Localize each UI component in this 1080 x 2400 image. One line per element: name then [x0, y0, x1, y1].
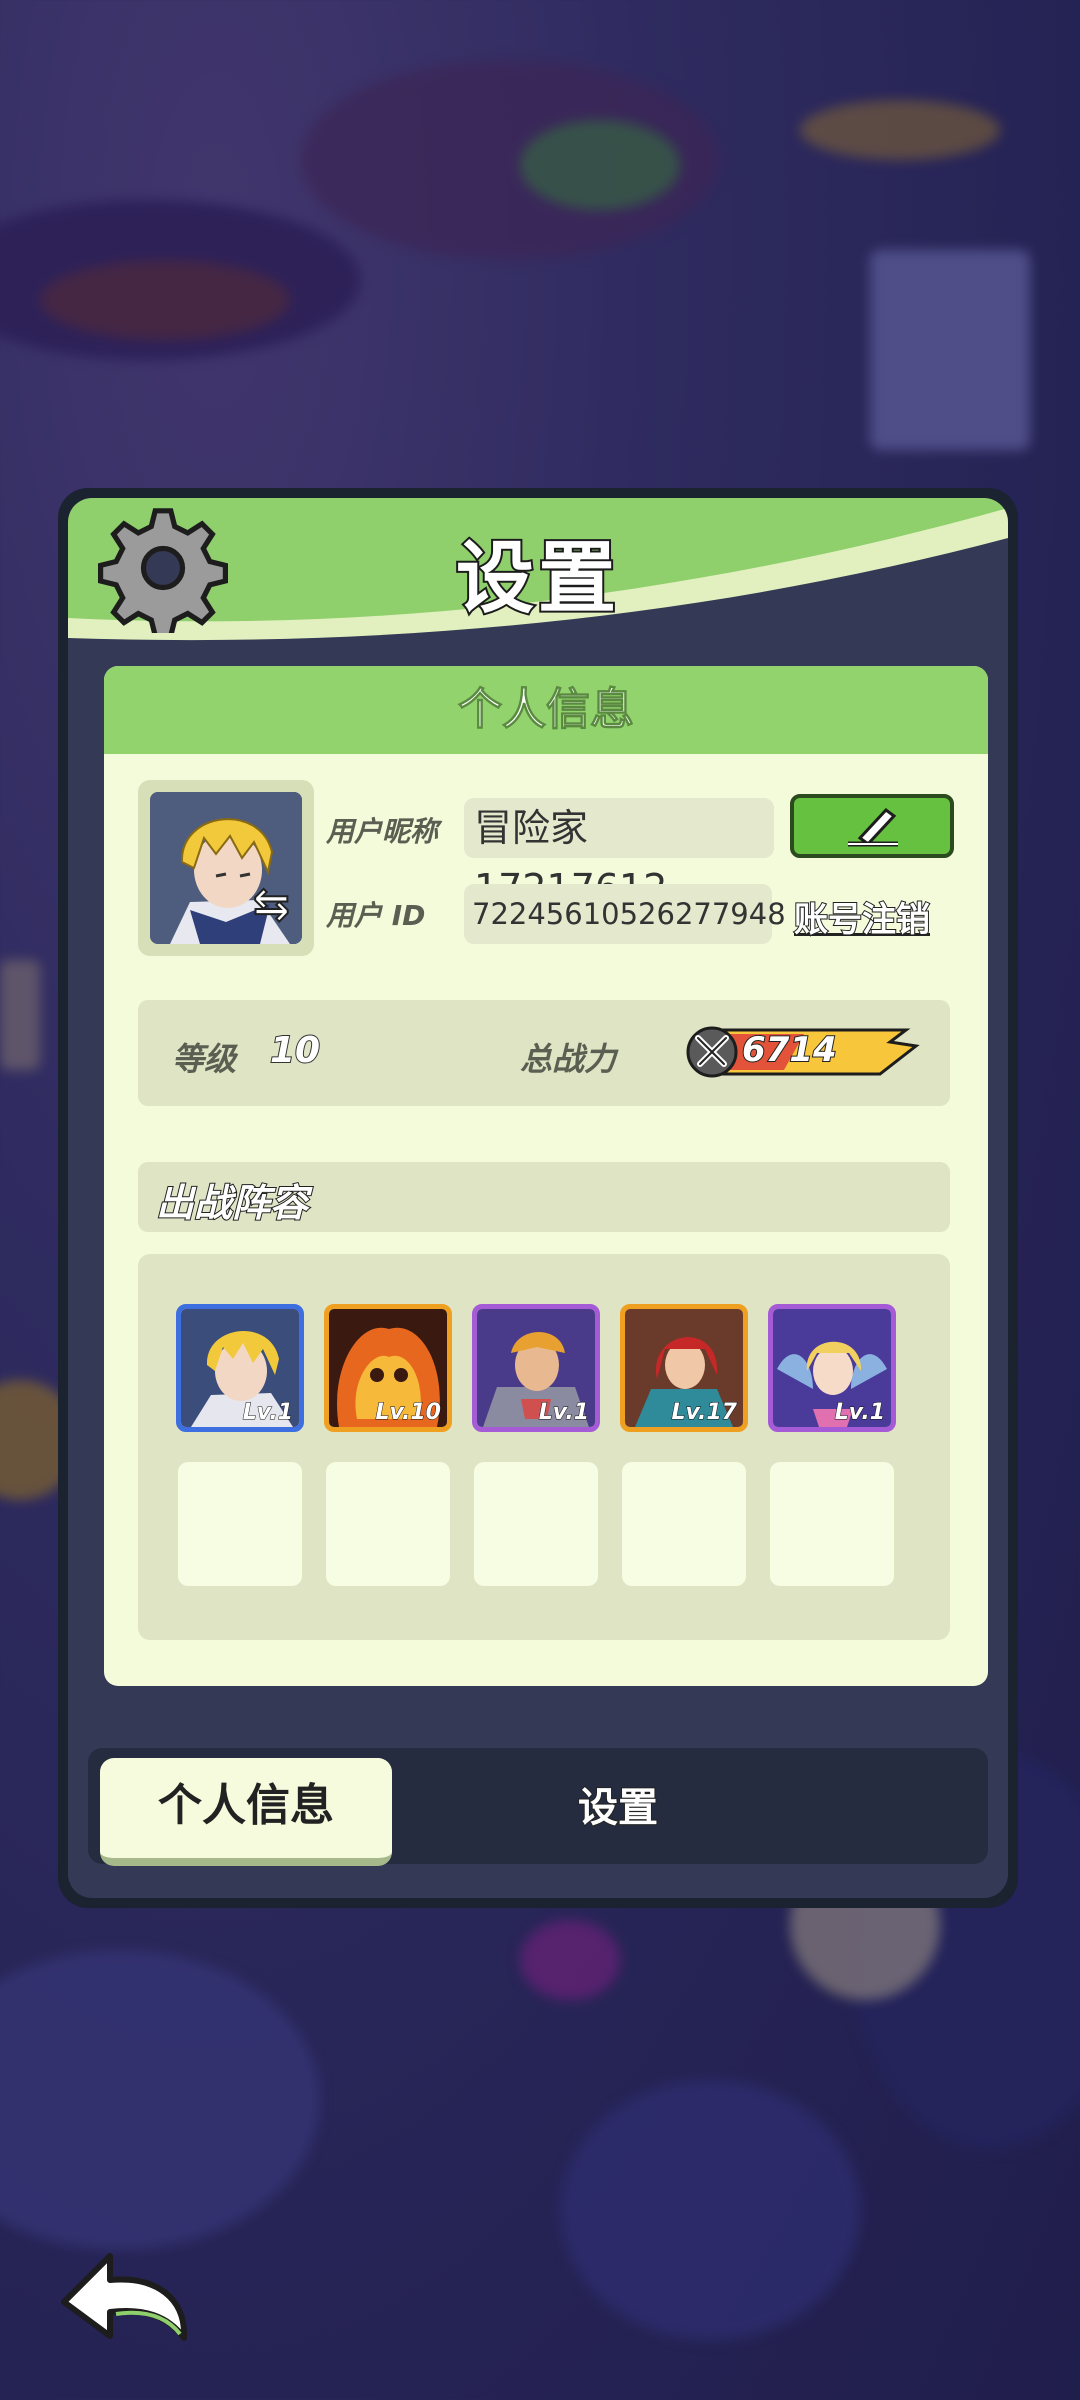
- tab-profile[interactable]: 个人信息: [100, 1758, 392, 1866]
- power-badge: 6714: [684, 1024, 920, 1080]
- nickname-field: 冒险家17217612: [464, 798, 774, 910]
- edit-nickname-button[interactable]: [790, 794, 954, 858]
- user-id-field: 72245610526277948: [464, 884, 786, 944]
- crossed-swords-icon: [695, 1035, 729, 1067]
- bottom-tab-bar: 个人信息 设置: [88, 1748, 988, 1866]
- stats-bar: 等级 10 总战力 6714: [138, 1000, 950, 1106]
- level-label: 等级: [172, 1040, 237, 1078]
- hero-slot[interactable]: Lv.10: [324, 1304, 452, 1432]
- power-label: 总战力: [520, 1040, 617, 1078]
- lineup-header: 出战阵容: [138, 1162, 950, 1232]
- profile-section-title: 个人信息: [104, 666, 988, 754]
- empty-hero-slot[interactable]: [770, 1462, 894, 1586]
- settings-panel: 设置 个人信息 ⇆ 用户昵称 冒险家 用户 ID 722456105262779…: [58, 488, 1018, 1908]
- hero-level: Lv.17: [671, 1400, 738, 1426]
- panel-header: 设置: [68, 498, 1008, 658]
- empty-hero-slot[interactable]: [326, 1462, 450, 1586]
- profile-card: 个人信息 ⇆ 用户昵称 冒险家17217612: [104, 666, 988, 1686]
- swap-arrows-icon[interactable]: ⇆: [252, 878, 291, 931]
- hero-level: Lv.1: [538, 1400, 589, 1426]
- nickname-label: 用户昵称: [326, 815, 439, 848]
- hero-level: Lv.10: [375, 1400, 442, 1426]
- hero-level: Lv.1: [834, 1400, 885, 1426]
- lineup-grid: Lv.1 Lv.10 Lv.1 Lv.17 Lv.1: [138, 1254, 950, 1640]
- power-value: 6714: [741, 1029, 838, 1071]
- cancel-account-link[interactable]: 账号注销: [793, 892, 931, 941]
- settings-panel-body: 设置 个人信息 ⇆ 用户昵称 冒险家 用户 ID 722456105262779…: [68, 498, 1008, 1898]
- empty-hero-slot[interactable]: [622, 1462, 746, 1586]
- level-value: 10: [269, 1029, 321, 1072]
- lineup-title: 出战阵容: [155, 1180, 309, 1226]
- user-id-label: 用户 ID: [326, 899, 426, 932]
- tab-settings[interactable]: 设置: [508, 1758, 728, 1858]
- hero-slot[interactable]: Lv.1: [176, 1304, 304, 1432]
- hero-level: Lv.1: [242, 1400, 293, 1426]
- avatar-frame[interactable]: ⇆: [138, 780, 314, 956]
- avatar[interactable]: ⇆: [150, 792, 302, 944]
- pencil-icon: [848, 807, 898, 847]
- hero-slot[interactable]: Lv.1: [768, 1304, 896, 1432]
- empty-hero-slot[interactable]: [474, 1462, 598, 1586]
- empty-hero-slot[interactable]: [178, 1462, 302, 1586]
- back-arrow-icon[interactable]: [56, 2236, 196, 2346]
- hero-slot[interactable]: Lv.17: [620, 1304, 748, 1432]
- hero-slot[interactable]: Lv.1: [472, 1304, 600, 1432]
- gear-icon: [98, 508, 228, 633]
